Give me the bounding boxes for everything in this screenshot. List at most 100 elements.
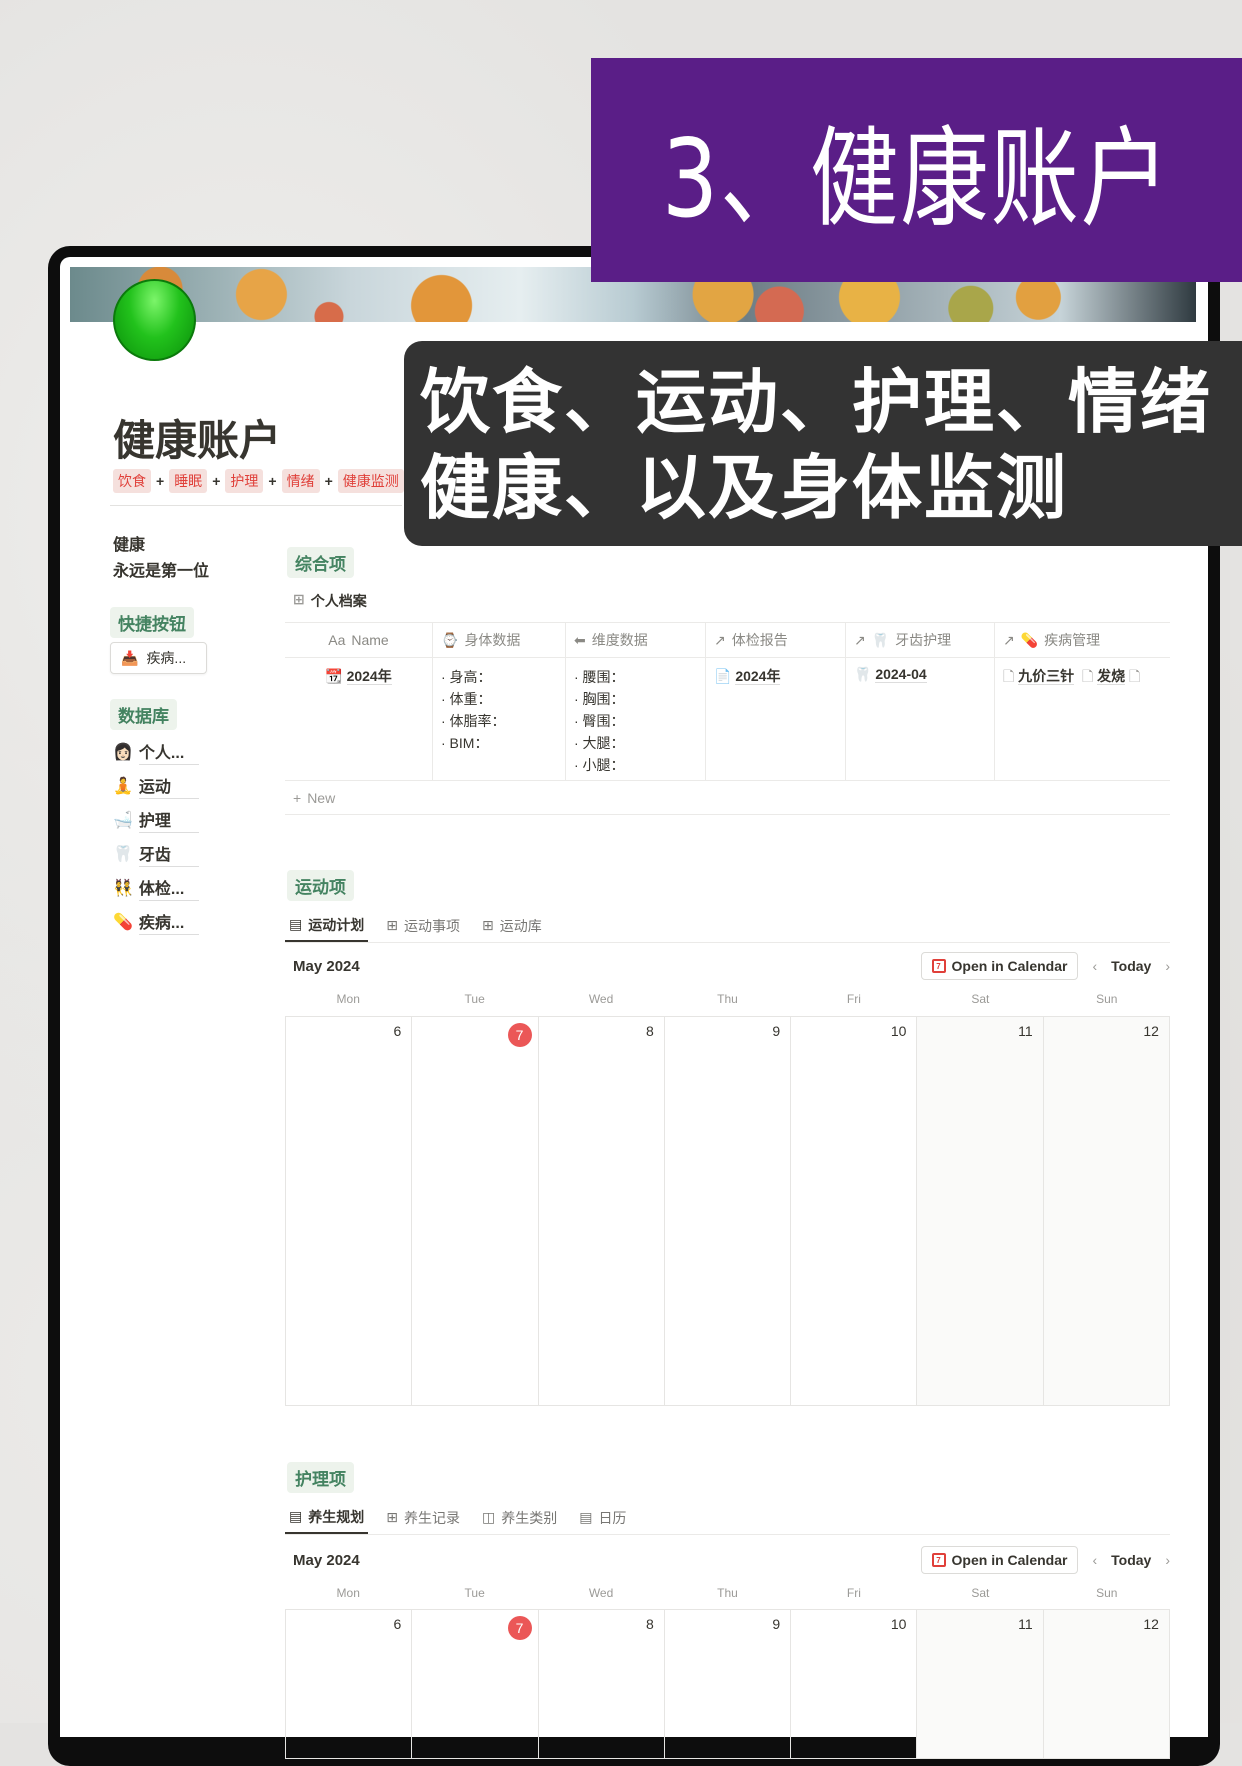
new-row-button[interactable]: + New <box>285 781 1170 815</box>
col-dims[interactable]: ⬅ 维度数据 <box>566 623 706 657</box>
chevron-left-icon[interactable]: ‹ <box>1092 1552 1097 1568</box>
calendar-day-cell[interactable]: 8 <box>539 1017 665 1405</box>
col-disease[interactable]: ↗ 💊 疾病管理 <box>995 623 1170 657</box>
tab-label: 养生记录 <box>403 1509 460 1526</box>
quick-buttons-label: 快捷按钮 <box>110 607 194 638</box>
disease-link[interactable]: 发烧 <box>1097 668 1126 685</box>
quick-disease-button[interactable]: 📥 疾病... <box>110 642 207 674</box>
cell-report[interactable]: 📄 2024年 <box>706 658 846 780</box>
table-icon: ⊞ <box>293 591 305 607</box>
col-label: 牙齿护理 <box>895 632 952 648</box>
calendar-day-cell[interactable]: 12 <box>1043 1017 1169 1405</box>
date-number: 9 <box>772 1616 781 1632</box>
calendar-day-cell[interactable]: 9 <box>665 1017 792 1405</box>
tab-exercise-items[interactable]: ⊞ 运动事项 <box>382 909 464 942</box>
open-in-calendar-button[interactable]: 7 Open in Calendar <box>920 1546 1079 1574</box>
cell-body[interactable]: · 身高： · 体重： · 体脂率： · BIM： <box>433 658 566 780</box>
date-number: 11 <box>1018 1023 1033 1039</box>
report-link[interactable]: 2024年 <box>735 668 781 685</box>
db-item-exercise[interactable]: 🧘 运动 <box>113 769 199 803</box>
table-header: Aa Name ⌚ 身体数据 ⬅ 维度数据 ↗ 体检报告 ↗ 🦷 牙齿护理 ↗ 💊 疾病管理 <box>285 623 1170 658</box>
calendar-day-cell[interactable]: 6 <box>286 1610 413 1758</box>
teeth-link[interactable]: 2024-04 <box>875 666 927 683</box>
new-label: New <box>307 789 336 806</box>
calendar-icon: 📆 <box>325 668 343 684</box>
chevron-left-icon[interactable]: ‹ <box>1092 958 1097 974</box>
tab-care-categories[interactable]: ◫ 养生类别 <box>478 1501 561 1534</box>
date-number: 6 <box>393 1023 402 1039</box>
db-item-checkup[interactable]: 👯 体检... <box>113 871 199 905</box>
green-circle-icon[interactable] <box>113 279 196 361</box>
relation-arrow-icon: ↗ <box>714 631 726 648</box>
open-in-calendar-button[interactable]: 7 Open in Calendar <box>920 952 1079 980</box>
dim-item: · 小腿： <box>574 757 625 773</box>
chevron-right-icon[interactable]: › <box>1165 1552 1170 1568</box>
tag-care: 护理 <box>225 469 264 493</box>
calendar-day-cell[interactable]: 10 <box>791 1610 918 1758</box>
db-item-label: 体检... <box>138 875 199 901</box>
tag-sleep: 睡眠 <box>169 469 208 493</box>
col-report[interactable]: ↗ 体检报告 <box>706 623 846 657</box>
db-item-label: 个人... <box>138 739 199 765</box>
tag-diet: 饮食 <box>113 469 151 493</box>
col-label: 疾病管理 <box>1044 632 1101 648</box>
date-number: 10 <box>890 1023 907 1039</box>
date-number: 8 <box>646 1023 654 1039</box>
tab-care-plan[interactable]: ▤ 养生规划 <box>285 1501 369 1534</box>
date-number: 12 <box>1143 1023 1159 1039</box>
col-body[interactable]: ⌚ 身体数据 <box>433 623 566 657</box>
body-item: · BIM： <box>441 735 489 751</box>
col-name[interactable]: Aa Name <box>285 623 433 657</box>
care-section-label: 护理项 <box>287 1462 354 1493</box>
table-row[interactable]: 📆 2024年 · 身高： · 体重： · 体脂率： · BIM： · 腰围： · 胸围… <box>285 658 1170 781</box>
subtitle-box: 饮食、运动、护理、情绪 健康、以及身体监测 <box>404 341 1242 546</box>
calendar-day-cell[interactable]: 10 <box>791 1017 918 1405</box>
exercise-tabs: ▤ 运动计划 ⊞ 运动事项 ⊞ 运动库 <box>285 909 1170 943</box>
calendar-day-cell[interactable]: 11 <box>917 1610 1044 1758</box>
text-icon: Aa <box>328 632 346 648</box>
exercise-calendar-header: May 2024 7 Open in Calendar ‹ Today › <box>285 950 1170 982</box>
row-name[interactable]: 2024年 <box>346 668 392 685</box>
calendar-day-cell[interactable]: 7 <box>412 1610 539 1758</box>
motto: 健康 永远是第一位 <box>113 533 209 585</box>
col-teeth[interactable]: ↗ 🦷 牙齿护理 <box>846 623 995 657</box>
db-item-disease[interactable]: 💊 疾病... <box>113 905 199 939</box>
db-item-care[interactable]: 🛁 护理 <box>113 803 199 837</box>
db-item-teeth[interactable]: 🦷 牙齿 <box>113 837 199 871</box>
care-tabs: ▤ 养生规划 ⊞ 养生记录 ◫ 养生类别 ▤ 日历 <box>285 1501 1170 1535</box>
chevron-right-icon[interactable]: › <box>1165 958 1170 974</box>
tab-exercise-plan[interactable]: ▤ 运动计划 <box>285 909 369 942</box>
db-item-profile[interactable]: 👩🏻 个人... <box>113 735 199 769</box>
calendar-day-cell[interactable]: 6 <box>286 1017 413 1405</box>
cell-name[interactable]: 📆 2024年 <box>285 658 433 780</box>
body-item: · 体脂率： <box>441 713 506 729</box>
cell-dims[interactable]: · 腰围： · 胸围： · 臀围： · 大腿： · 小腿： <box>566 658 706 780</box>
calendar-day-cell[interactable]: 8 <box>539 1610 665 1758</box>
weekday-label: Mon <box>336 992 360 1006</box>
tab-care-calendar[interactable]: ▤ 日历 <box>575 1501 630 1534</box>
today-button[interactable]: Today <box>1111 1552 1151 1568</box>
care-calendar-grid: 6 7 8 9 10 11 12 <box>285 1609 1170 1759</box>
db-item-label: 疾病... <box>138 909 199 935</box>
view-personal-profile[interactable]: ⊞ 个人档案 <box>293 591 1178 611</box>
button-label: 疾病... <box>146 650 187 666</box>
tab-care-records[interactable]: ⊞ 养生记录 <box>382 1501 464 1534</box>
cell-disease[interactable]: 🗋 九价三针 🗋 发烧 🗋 <box>995 658 1170 780</box>
exercise-section-label: 运动项 <box>287 870 354 901</box>
today-button[interactable]: Today <box>1111 958 1151 974</box>
plus-icon: + <box>293 789 302 806</box>
date-number: 8 <box>646 1616 654 1632</box>
calendar-day-cell[interactable]: 11 <box>917 1017 1044 1405</box>
calendar-day-cell[interactable]: 9 <box>665 1610 792 1758</box>
date-number: 10 <box>890 1616 907 1632</box>
plus: + <box>324 473 333 489</box>
disease-link[interactable]: 九价三针 <box>1018 668 1075 685</box>
calendar-day-cell[interactable]: 12 <box>1043 1610 1169 1758</box>
calendar-day-cell[interactable]: 7 <box>412 1017 539 1405</box>
exercise-calendar-grid: 6 7 8 9 10 11 12 <box>285 1016 1170 1406</box>
cell-teeth[interactable]: 🦷 2024-04 <box>846 658 995 780</box>
date-number: 12 <box>1143 1616 1159 1632</box>
date-number: 11 <box>1018 1616 1033 1632</box>
motto-line: 健康 <box>113 537 146 554</box>
tab-exercise-library[interactable]: ⊞ 运动库 <box>478 909 546 942</box>
